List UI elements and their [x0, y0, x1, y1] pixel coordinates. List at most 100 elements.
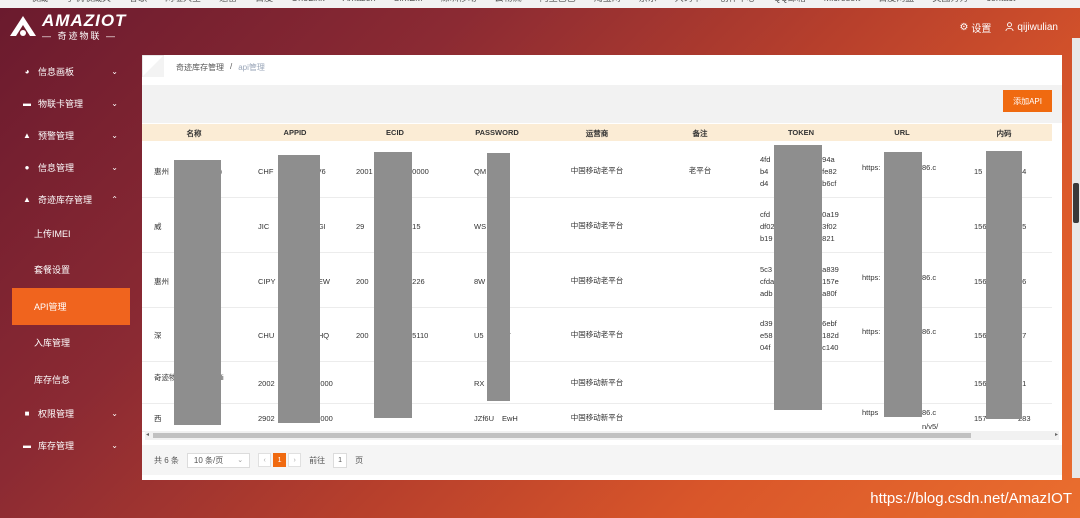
page-button-1[interactable]: 1: [273, 453, 287, 467]
bookmark-item[interactable]: 美图秀秀: [932, 0, 968, 5]
bookmark-item[interactable]: Microsoft: [824, 0, 861, 5]
bookmark-item[interactable]: 百度网盘: [878, 0, 914, 5]
column-header: 内码: [996, 129, 1012, 138]
total-count: 共 6 条: [154, 455, 179, 465]
sidebar-item-iot-card[interactable]: ▬ 物联卡管理 ⌄: [0, 87, 140, 119]
bookmark-item[interactable]: SimEM: [394, 0, 423, 5]
bookmark-item[interactable]: 淘宝网: [594, 0, 621, 5]
sidebar-item-label: 信息画板: [38, 66, 75, 77]
scroll-left-icon[interactable]: ◂: [146, 431, 149, 438]
bookmarks-bar: 收藏 手机收藏夹 谷歌 网址大全 迅雷 百度 OneLink Amazon SimEM 深圳移动 云…: [0, 0, 1080, 8]
sidebar-item-permissions[interactable]: ■ 权限管理 ⌄: [0, 398, 140, 430]
column-header: PASSWORD: [475, 128, 519, 137]
settings-button[interactable]: ⚙ 设置: [959, 20, 991, 35]
goto-page-input[interactable]: 1: [333, 452, 348, 468]
cell-url-end: 86.c: [922, 272, 937, 282]
bookmark-item[interactable]: 手机收藏夹: [66, 0, 111, 5]
dashboard-icon: ◕: [24, 66, 30, 76]
cell-carrier: 中国移动老平台: [570, 165, 624, 175]
breadcrumb-parent[interactable]: 奇迹库存管理: [176, 62, 224, 73]
cell-carrier: 中国移动老平台: [570, 330, 624, 339]
sidebar: ◕ 信息画板 ⌄ ▬ 物联卡管理 ⌄ ▲ 预警管理 ⌄ ● 信息管理 ⌄ ▲ 奇迹库存管理 ⌃ 上传IMEI 套…: [0, 52, 140, 518]
lock-icon: ■: [24, 409, 30, 418]
bookmark-item[interactable]: QQ邮箱: [774, 0, 806, 5]
sidebar-item-info[interactable]: ● 信息管理 ⌄: [0, 151, 140, 183]
toolbar: 添加API: [142, 85, 1062, 123]
cell-appid-start: CHF: [258, 166, 274, 176]
users-icon: ●: [24, 162, 30, 172]
cell-code-start: 156: [974, 276, 987, 286]
sidebar-subitem-stock-in[interactable]: 入库管理: [0, 325, 140, 362]
bookmark-item[interactable]: 京东: [639, 0, 657, 5]
bookmark-item[interactable]: 收藏: [30, 0, 48, 5]
bookmark-item[interactable]: 百度: [255, 0, 273, 5]
chevron-down-icon: ⌄: [111, 441, 118, 450]
column-header: ECID: [386, 128, 404, 137]
cell-token-start: b19: [760, 233, 773, 243]
cell-password-start: JZf6U: [474, 414, 495, 423]
bookmark-item[interactable]: 网址大全: [165, 0, 201, 5]
user-icon: [1005, 21, 1014, 34]
vertical-scroll-thumb[interactable]: [1073, 183, 1079, 223]
chevron-down-icon: ⌄: [111, 130, 118, 140]
sidebar-subitem-upload-imei[interactable]: 上传IMEI: [0, 215, 140, 252]
cell-url-end: 86.c: [922, 327, 937, 336]
chevron-down-icon: ⌄: [111, 98, 118, 108]
cell-carrier: 中国移动老平台: [570, 275, 624, 285]
bookmark-item[interactable]: 迅雷: [219, 0, 237, 5]
page-size-select[interactable]: 10 条/页 ⌄: [186, 452, 251, 468]
logo[interactable]: AMAZIOT — 奇迹物联 —: [8, 12, 126, 41]
cell-url-start: https:: [862, 162, 881, 172]
redaction-block: [774, 145, 822, 410]
page-suffix: 页: [355, 455, 364, 465]
scroll-right-icon[interactable]: ▸: [1055, 431, 1058, 438]
cell-url-end: 86.c: [922, 408, 937, 417]
sidebar-item-label: 物联卡管理: [38, 98, 84, 109]
watermark: https://blog.csdn.net/AmazIOT: [870, 490, 1072, 507]
sidebar-item-alerts[interactable]: ▲ 预警管理 ⌄: [0, 119, 140, 151]
add-api-button[interactable]: 添加API: [1003, 90, 1052, 112]
cell-name-start: 惠州: [154, 276, 169, 286]
user-menu[interactable]: qijiwulian: [1005, 21, 1058, 34]
bookmark-item[interactable]: 云物流: [495, 0, 522, 5]
horizontal-scrollbar[interactable]: ◂ ▸: [145, 431, 1059, 440]
bookmark-item[interactable]: 深圳移动: [441, 0, 477, 5]
column-header: APPID: [283, 128, 307, 137]
redaction-block: [487, 153, 510, 401]
cell-carrier: 中国移动新平台: [570, 413, 624, 422]
cell-code-start: 157: [974, 414, 987, 423]
sidebar-item-inventory[interactable]: ▲ 奇迹库存管理 ⌃: [0, 183, 140, 215]
sidebar-item-label: 库存管理: [38, 441, 75, 451]
bookmark-item[interactable]: Amazon: [343, 0, 376, 5]
chevron-down-icon: ⌄: [237, 457, 244, 464]
bookmark-item[interactable]: 创作中心: [720, 0, 756, 5]
settings-label: 设置: [971, 24, 992, 35]
cell-appid-start: CHU: [258, 331, 275, 340]
next-page-button[interactable]: ›: [288, 453, 302, 467]
vertical-scrollbar[interactable]: [1072, 38, 1080, 478]
prev-page-button[interactable]: ‹: [258, 453, 272, 467]
cell-url-end: 86.c: [922, 162, 937, 172]
logo-icon: [8, 14, 38, 40]
chevron-down-icon: ⌄: [111, 66, 118, 76]
bookmark-item[interactable]: 谷歌: [129, 0, 147, 5]
sidebar-subitem-stock-info[interactable]: 库存信息: [0, 361, 140, 398]
redaction-block: [174, 160, 221, 425]
cell-name-start: 惠州: [154, 166, 169, 176]
cell-password-end: EwH: [502, 414, 518, 423]
bookmark-item[interactable]: OneLink: [291, 0, 325, 5]
cell-code-start: 156: [974, 379, 987, 388]
bookmark-item[interactable]: contact: [986, 0, 1015, 5]
horizontal-scroll-thumb[interactable]: [153, 433, 971, 438]
logo-subtitle: — 奇迹物联 —: [42, 31, 118, 41]
cell-code-start: 156: [974, 331, 987, 340]
cell-carrier: 中国移动新平台: [570, 378, 624, 387]
top-header: AMAZIOT — 奇迹物联 — ⚙ 设置 qijiwulian: [0, 8, 1080, 50]
bookmark-item[interactable]: 大码卡: [675, 0, 702, 5]
sidebar-subitem-api[interactable]: API管理: [12, 288, 130, 325]
chevron-down-icon: ⌄: [111, 409, 118, 418]
sidebar-subitem-package-settings[interactable]: 套餐设置: [0, 252, 140, 289]
sidebar-item-dashboard[interactable]: ◕ 信息画板 ⌄: [0, 55, 140, 87]
bookmark-item[interactable]: 阿里巴巴: [540, 0, 576, 5]
sidebar-item-stock[interactable]: ▬ 库存管理 ⌄: [0, 430, 140, 462]
